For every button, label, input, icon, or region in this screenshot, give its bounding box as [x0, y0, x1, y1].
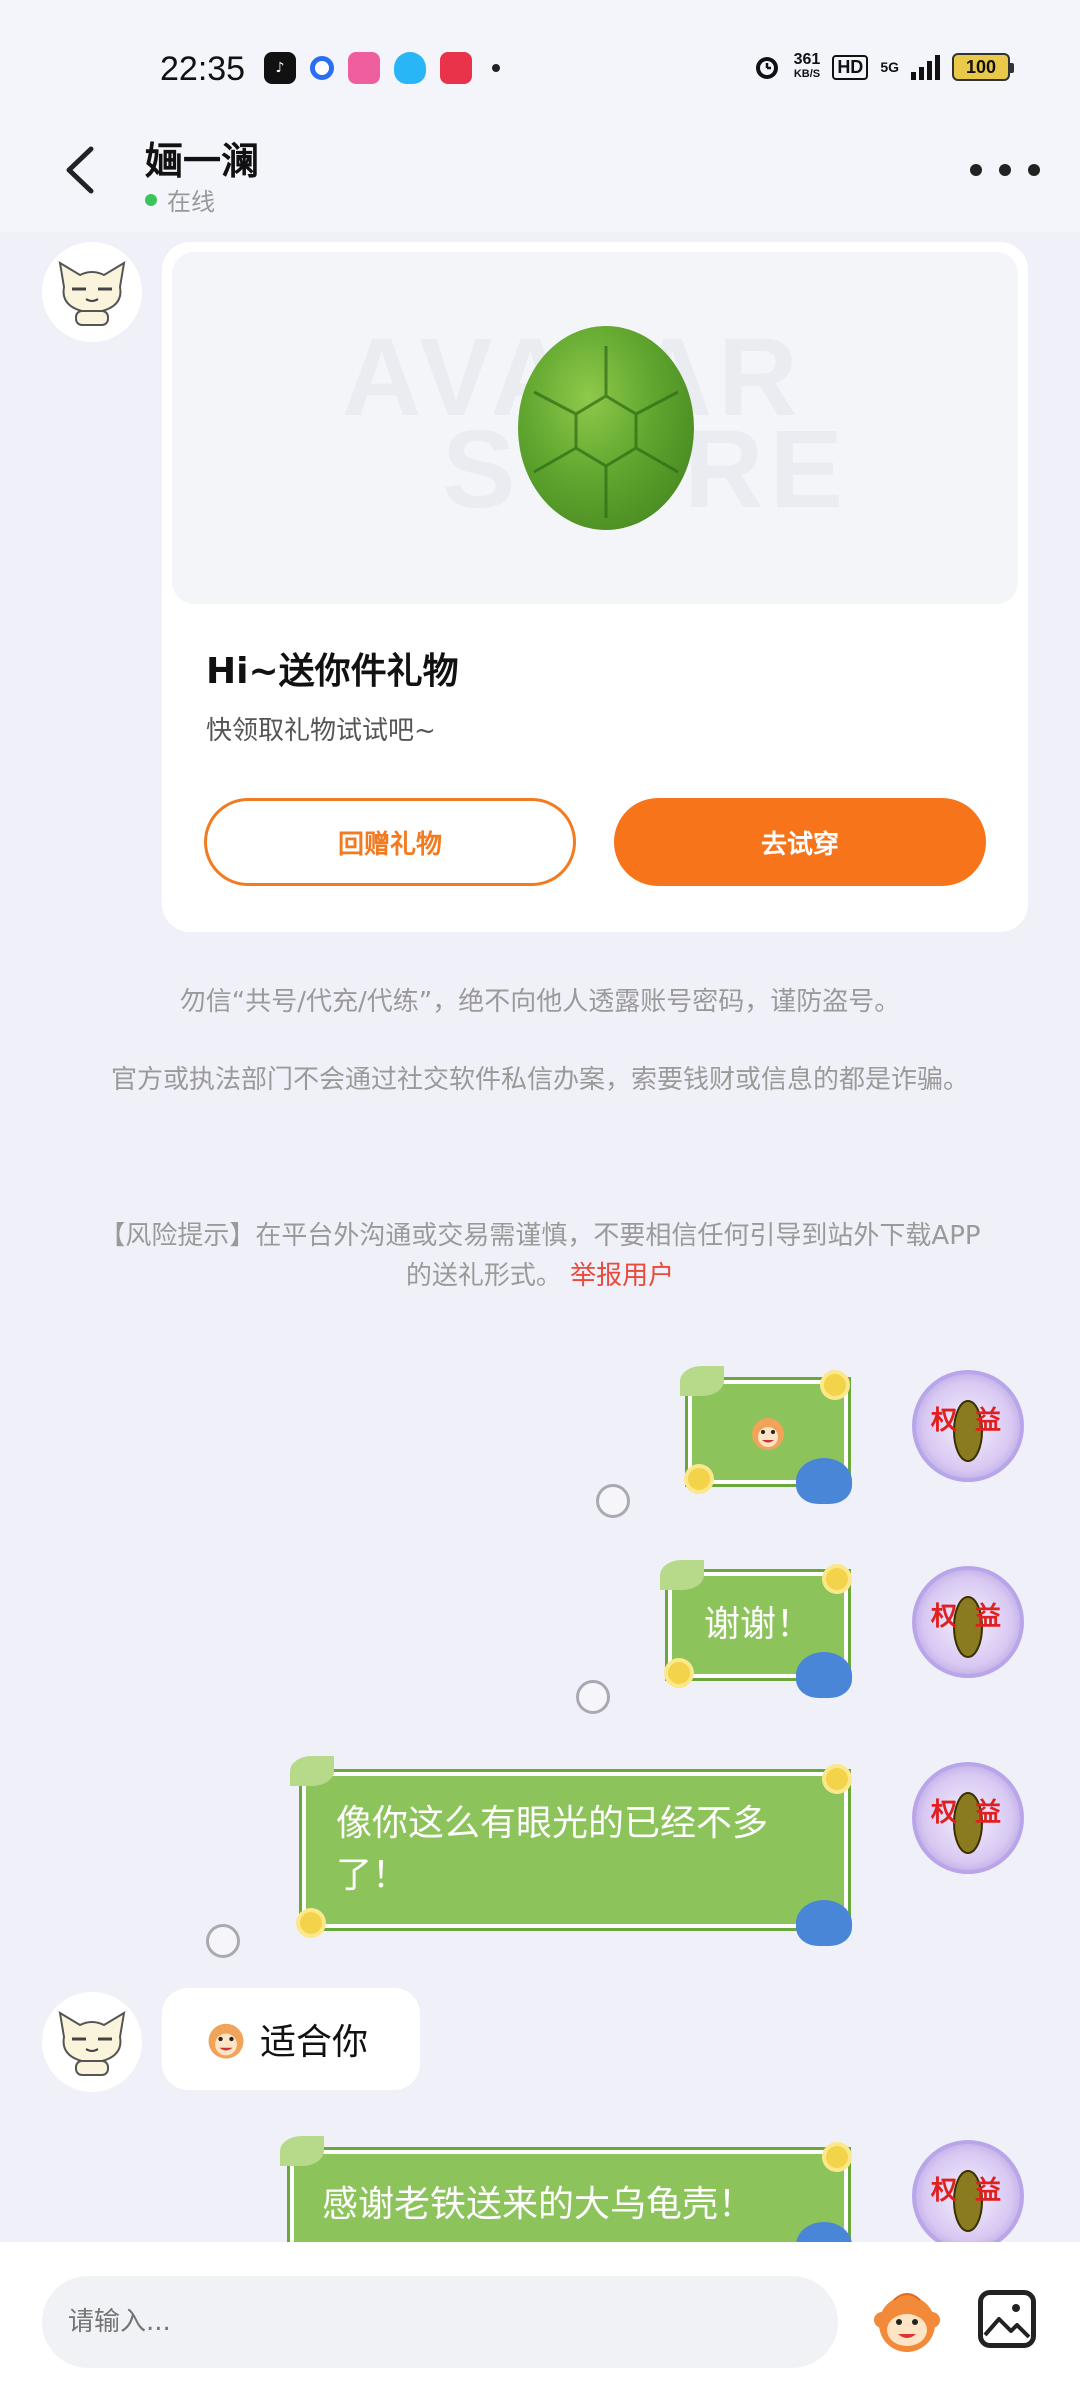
read-status-icon	[206, 1924, 240, 1958]
incoming-message-bubble[interactable]: 适合你	[162, 1988, 420, 2090]
badge-char-right: 益	[975, 1798, 1001, 1828]
badge-avatar-icon: 权 益	[930, 1400, 1001, 1462]
flower-decoration	[668, 1662, 690, 1684]
app-icon-pink	[348, 52, 380, 84]
flower-decoration	[300, 1912, 322, 1934]
flower-decoration	[826, 1768, 848, 1790]
cat-avatar-icon	[58, 2011, 126, 2076]
fraud-notice: 官方或执法部门不会通过社交软件私信办案，索要钱财或信息的都是诈骗。	[110, 1065, 969, 1095]
browser-icon	[310, 56, 334, 80]
badge-avatar-icon: 权 益	[930, 2170, 1001, 2232]
my-avatar[interactable]: 权 益	[912, 1762, 1024, 1874]
flower-decoration	[824, 1374, 846, 1396]
flower-decoration	[688, 1468, 710, 1490]
badge-char-left: 权	[930, 1798, 957, 1828]
message-bubble[interactable]: 像你这么有眼光的已经不多了！	[302, 1772, 848, 1928]
fox-decoration	[796, 1900, 852, 1946]
chevron-left-icon	[66, 146, 94, 194]
status-time: 22:35	[160, 50, 246, 88]
message-bubble[interactable]: 感谢老铁送来的大乌龟壳！	[290, 2150, 848, 2242]
risk-notice: 【风险提示】在平台外沟通或交易需谨慎，不要相信任何引导到站外下载APP的送礼形式…	[90, 1216, 990, 1296]
leaf-decoration	[660, 1560, 704, 1590]
network-speed-value: 361	[793, 51, 821, 68]
cat-avatar-icon	[58, 261, 126, 326]
more-dot-icon	[1028, 164, 1040, 176]
message-text: 谢谢！	[703, 1604, 812, 1645]
network-speed: 361 KB/S	[794, 52, 821, 82]
message-text: 像你这么有眼光的已经不多了！	[336, 1803, 769, 1896]
contact-name: 婳一澜	[145, 139, 260, 183]
chat-area[interactable]: AVATAR STORE Hi~送你件礼物 快领取礼物试试吧~ 回赠礼物 去试穿…	[0, 232, 1080, 2242]
chat-header: 婳一澜 在线	[0, 120, 1080, 232]
gift-image: AVATAR STORE	[172, 252, 1018, 604]
my-avatar[interactable]: 权 益	[912, 1370, 1024, 1482]
badge-char-right: 益	[975, 1406, 1001, 1436]
alarm-icon	[755, 57, 778, 79]
badge-char-left: 权	[930, 1602, 957, 1632]
my-avatar[interactable]: 权 益	[912, 1566, 1024, 1678]
gift-card[interactable]: AVATAR STORE Hi~送你件礼物 快领取礼物试试吧~ 回赠礼物 去试穿	[162, 242, 1028, 932]
badge-char-right: 益	[975, 2176, 1001, 2206]
read-status-icon	[576, 1680, 610, 1714]
hd-badge: HD	[832, 54, 869, 80]
badge-char-left: 权	[930, 2176, 957, 2206]
more-dot-icon	[999, 164, 1011, 176]
fox-decoration	[796, 1458, 852, 1504]
message-text: 适合你	[260, 2022, 369, 2063]
battery-icon: 100	[952, 53, 1014, 81]
input-bar	[0, 2242, 1080, 2400]
my-avatar[interactable]: 权 益	[912, 2140, 1024, 2242]
read-status-icon	[596, 1484, 630, 1518]
flower-decoration	[826, 2146, 848, 2168]
notification-icons: ♪	[264, 52, 500, 84]
security-notice: 勿信“共号/代充/代练”，绝不向他人透露账号密码，谨防盗号。	[179, 987, 901, 1017]
back-button[interactable]	[50, 140, 110, 200]
badge-char-right: 益	[975, 1602, 1001, 1632]
network-type: 5G	[880, 59, 899, 75]
gift-title: Hi~送你件礼物	[206, 651, 459, 692]
report-user-link[interactable]: 举报用户	[570, 1261, 674, 1291]
message-input[interactable]	[42, 2276, 838, 2368]
tiktok-icon: ♪	[264, 52, 296, 84]
more-notifications-dot	[492, 64, 500, 72]
flower-decoration	[826, 1568, 848, 1590]
signal-icon	[911, 54, 940, 80]
emoji-button[interactable]	[870, 2286, 944, 2356]
app-icon-red	[440, 52, 472, 84]
contact-avatar[interactable]	[42, 242, 142, 342]
return-gift-button[interactable]: 回赠礼物	[204, 798, 576, 886]
network-speed-unit: KB/S	[793, 68, 821, 80]
turtle-shell-image	[518, 326, 694, 530]
status-right: 361 KB/S HD 5G 100	[752, 52, 1014, 82]
leaf-decoration	[290, 1756, 334, 1786]
online-status-label: 在线	[167, 188, 215, 216]
monkey-emoji-icon	[752, 1418, 784, 1450]
contact-avatar[interactable]	[42, 1992, 142, 2092]
image-icon	[983, 2304, 1031, 2339]
try-on-button[interactable]: 去试穿	[614, 798, 986, 886]
more-options-button[interactable]	[970, 150, 1040, 190]
badge-char-left: 权	[930, 1406, 957, 1436]
qq-icon	[394, 52, 426, 84]
leaf-decoration	[280, 2136, 324, 2166]
online-status: 在线	[145, 182, 215, 217]
gift-subtitle: 快领取礼物试试吧~	[206, 716, 436, 746]
badge-avatar-icon: 权 益	[930, 1792, 1001, 1854]
status-bar: 22:35 ♪ 361 KB/S HD 5G 100	[0, 0, 1080, 140]
monkey-emoji-icon	[874, 2293, 940, 2352]
more-dot-icon	[970, 164, 982, 176]
message-text: 感谢老铁送来的大乌龟壳！	[322, 2184, 755, 2225]
image-picker-button[interactable]	[978, 2290, 1036, 2348]
monkey-emoji-icon	[208, 2023, 244, 2059]
risk-notice-text: 【风险提示】在平台外沟通或交易需谨慎，不要相信任何引导到站外下载APP的送礼形式…	[99, 1221, 981, 1291]
leaf-decoration	[680, 1366, 724, 1396]
badge-avatar-icon: 权 益	[930, 1596, 1001, 1658]
turtle-shell-pattern	[533, 346, 679, 518]
online-dot-icon	[145, 193, 157, 206]
fox-decoration	[796, 1652, 852, 1698]
